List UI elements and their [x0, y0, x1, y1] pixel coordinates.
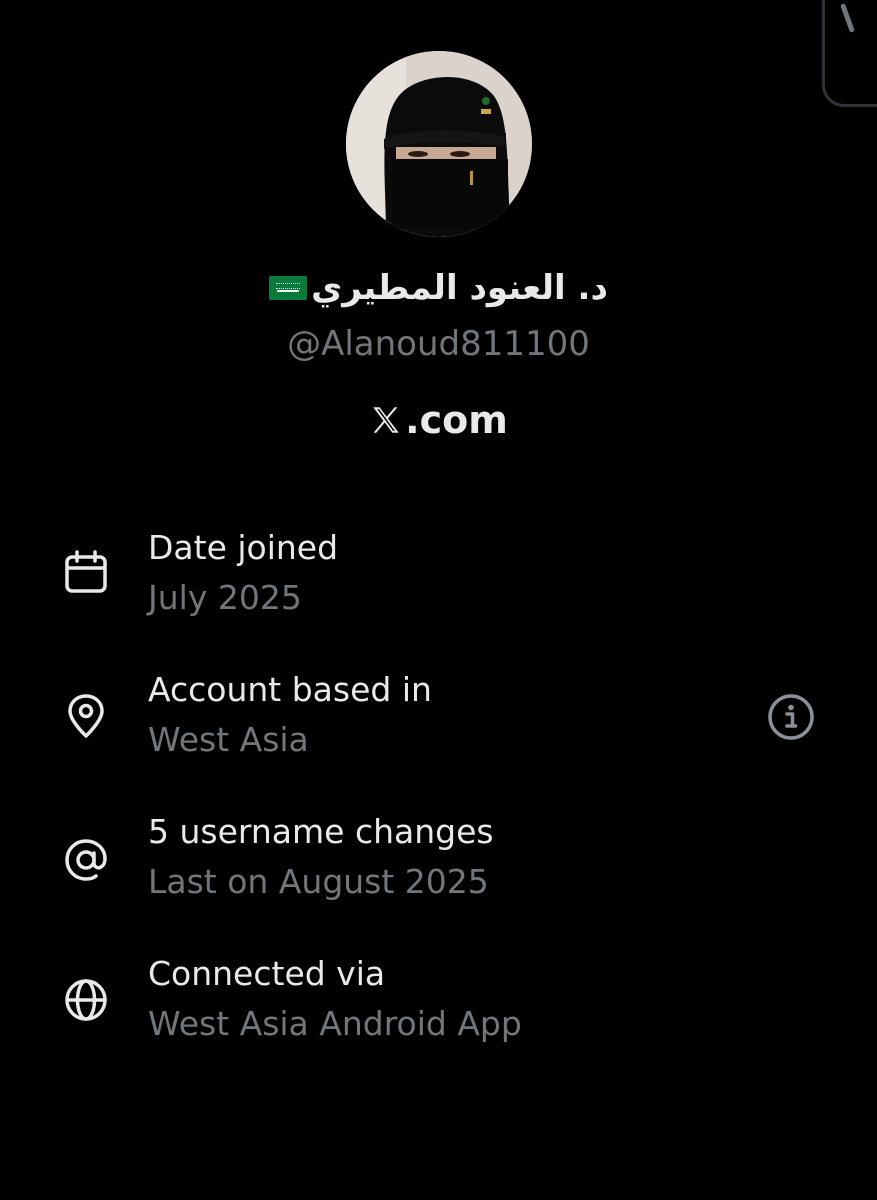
detail-value: Last on August 2025 [148, 862, 489, 901]
sheet-grip[interactable] [840, 3, 855, 33]
detail-title: Date joined [148, 528, 339, 567]
site-domain: .com [405, 398, 508, 442]
location-pin-icon [68, 694, 104, 738]
globe-icon [65, 979, 107, 1021]
x-logo-icon [373, 407, 399, 433]
site-label: .com [0, 398, 877, 442]
at-sign-icon [65, 839, 107, 881]
detail-value: West Asia [148, 720, 309, 759]
avatar-image [346, 51, 532, 237]
detail-row-username-changes: 5 username changes Last on August 2025 [0, 812, 877, 922]
info-icon[interactable] [766, 692, 816, 742]
profile-name-row: د. العنود المطيري [0, 268, 877, 308]
detail-row-account-based-in[interactable]: Account based in West Asia [0, 670, 877, 780]
detail-row-date-joined: Date joined July 2025 [0, 528, 877, 638]
detail-title: Account based in [148, 670, 432, 709]
detail-title: 5 username changes [148, 812, 494, 851]
detail-row-connected-via: Connected via West Asia Android App [0, 954, 877, 1064]
detail-title: Connected via [148, 954, 386, 993]
detail-value: July 2025 [148, 578, 302, 617]
detail-value: West Asia Android App [148, 1004, 522, 1043]
calendar-icon [65, 550, 107, 593]
saudi-flag-icon [269, 276, 308, 300]
profile-name: د. العنود المطيري [311, 268, 608, 308]
sheet-corner [822, 0, 877, 107]
profile-handle[interactable]: @Alanoud811100 [0, 324, 877, 364]
avatar[interactable] [346, 51, 532, 237]
